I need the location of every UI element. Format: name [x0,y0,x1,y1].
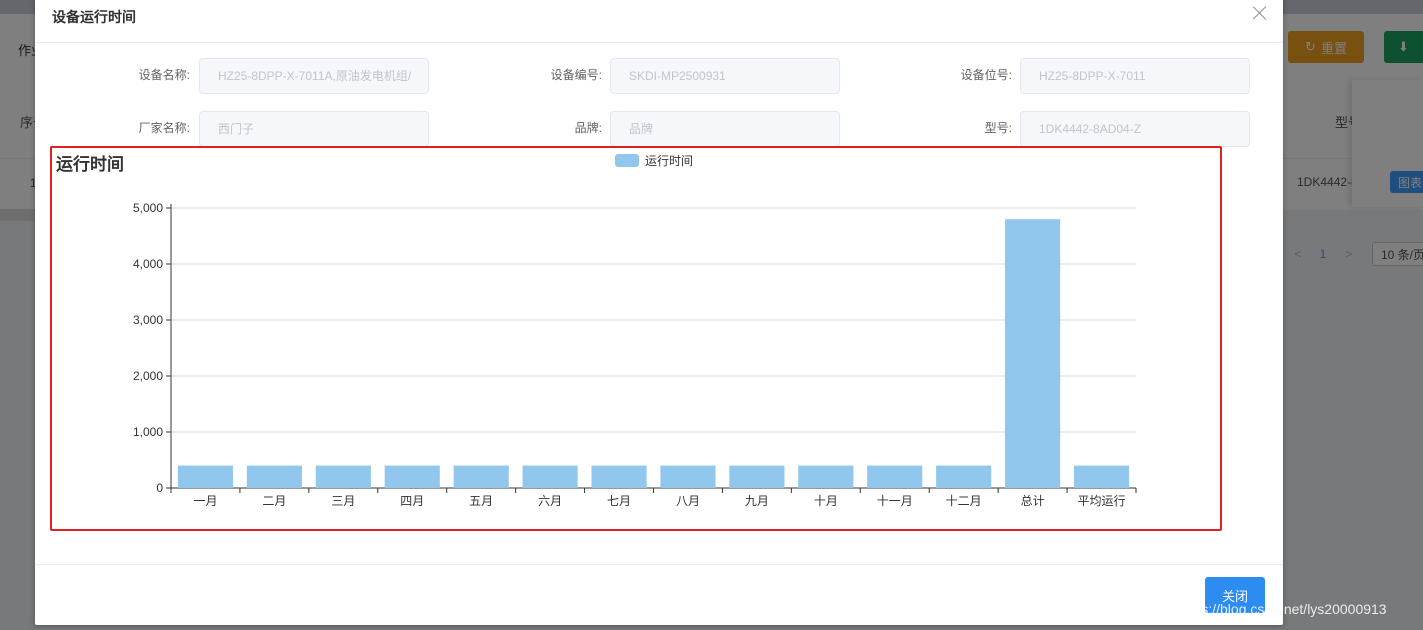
bar-8 [660,465,716,488]
x-tick-label: 平均运行 [1078,494,1126,508]
bar-1 [177,465,234,488]
y-tick-label: 4,000 [133,257,163,271]
x-tick-label: 二月 [262,494,286,508]
runtime-dialog: 设备运行时间 设备名称: HZ25-8DPP-X-7011A,原油发电机组/ 设… [35,0,1283,625]
legend-swatch [615,154,639,167]
x-tick-label: 四月 [400,494,424,508]
watermark: https://blog.csdn.net/lys20000913 [1178,601,1387,617]
bar-9 [729,465,785,488]
bar-12 [936,465,992,488]
x-tick-label: 五月 [469,494,493,508]
bar-5 [453,465,509,488]
bar-7 [591,465,647,488]
y-tick-label: 1,000 [133,425,163,439]
x-tick-label: 七月 [607,494,631,508]
bar-13 [1005,219,1061,488]
x-tick-label: 三月 [331,494,355,508]
bar-4 [384,465,440,488]
bar-10 [798,465,854,488]
bar-3 [315,465,371,488]
runtime-bar-chart: 0 1,000 2,000 3,000 4,000 5,000 一月 二月 三月 四月 五月 六月 七月… [133,154,1137,508]
dialog-footer-divider [35,564,1283,565]
bar-2 [246,465,302,488]
bar-11 [867,465,923,488]
x-tick-label: 十一月 [877,494,913,508]
y-tick-label: 5,000 [133,201,163,215]
legend-label: 运行时间 [645,154,693,168]
y-tick-label: 3,000 [133,313,163,327]
x-tick-label: 八月 [676,494,700,508]
x-tick-label: 一月 [193,494,217,508]
y-tick-label: 0 [156,481,163,495]
x-tick-label: 六月 [538,494,562,508]
x-tick-label: 九月 [745,494,769,508]
y-tick-label: 2,000 [133,369,163,383]
bar-6 [522,465,578,488]
x-tick-label: 十月 [814,494,838,508]
x-tick-label: 十二月 [946,494,982,508]
x-tick-label: 总计 [1021,494,1045,508]
bar-14 [1073,465,1130,488]
